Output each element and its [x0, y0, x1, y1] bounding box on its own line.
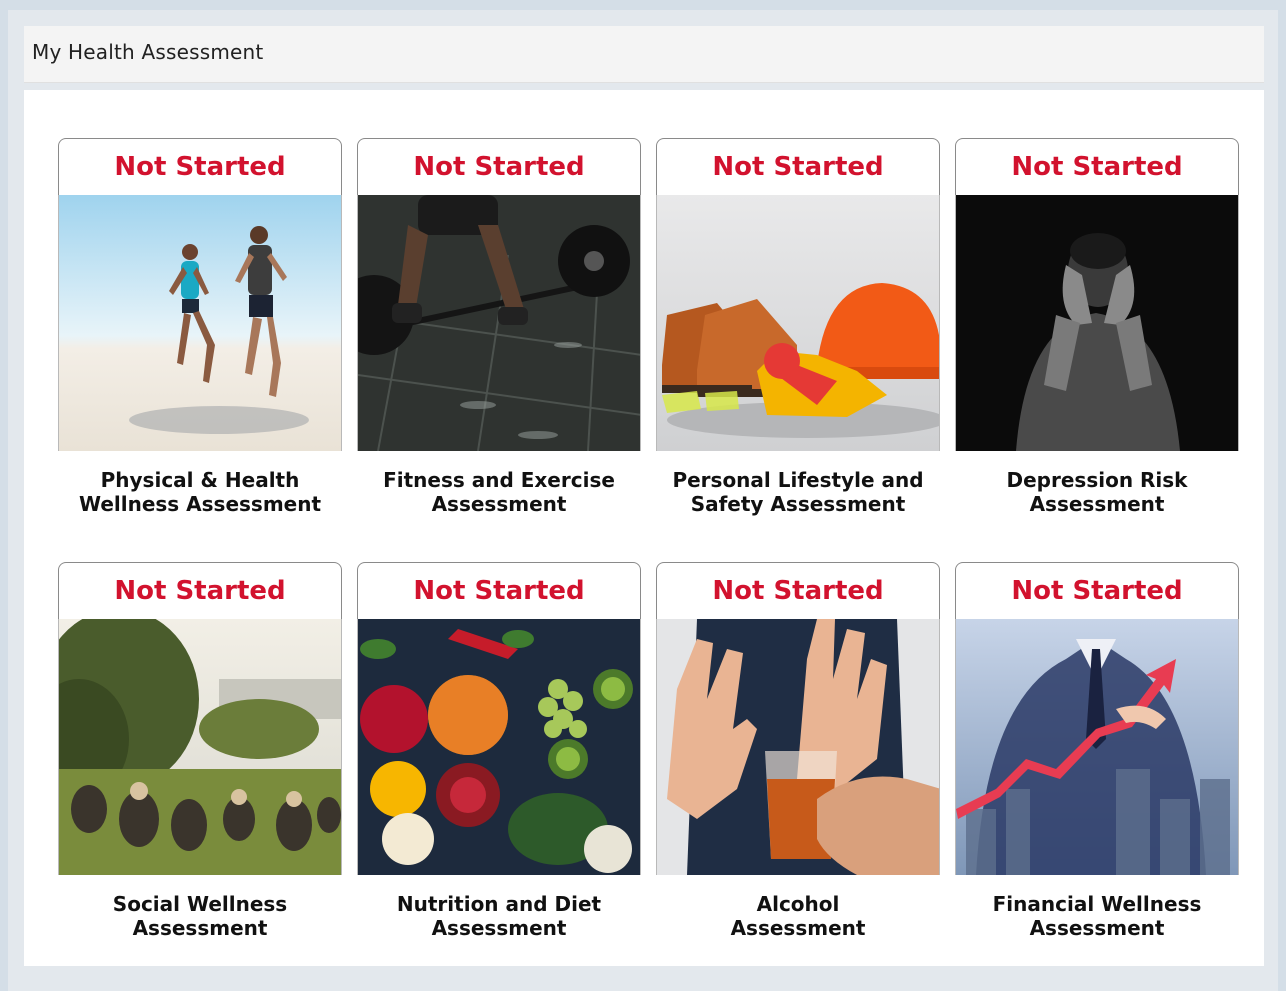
page-header: My Health Assessment — [24, 26, 1264, 83]
people-in-park-image[interactable] — [58, 619, 342, 875]
assessment-title-line2: Assessment — [132, 916, 268, 940]
status-badge: Not Started — [58, 138, 342, 195]
status-badge: Not Started — [656, 138, 940, 195]
assessment-title-line1: Depression Risk — [1006, 468, 1188, 492]
assessment-title-line2: Assessment — [431, 492, 567, 516]
assessment-title-line1: Alcohol — [756, 892, 840, 916]
assessment-title-line2: Assessment — [1029, 492, 1165, 516]
assessment-title-line2: Assessment — [1029, 916, 1165, 940]
assessment-title-line1: Fitness and Exercise — [383, 468, 615, 492]
assessment-title: Personal Lifestyle and Safety Assessment — [636, 468, 960, 516]
assessment-title-line1: Financial Wellness — [992, 892, 1202, 916]
status-badge: Not Started — [58, 562, 342, 619]
status-badge: Not Started — [357, 138, 641, 195]
assessment-title-line1: Nutrition and Diet — [396, 892, 602, 916]
assessment-title-line1: Personal Lifestyle and — [672, 468, 924, 492]
assessment-title-line2: Assessment — [730, 916, 866, 940]
assessment-title-line1: Social Wellness — [112, 892, 288, 916]
assessment-title: Alcohol Assessment — [636, 892, 960, 940]
status-badge: Not Started — [955, 138, 1239, 195]
assessment-title: Depression Risk Assessment — [935, 468, 1259, 516]
refusing-alcohol-image[interactable] — [656, 619, 940, 875]
assessment-grid: Not Started Physical & Health Wellness A… — [24, 90, 1264, 966]
page-title: My Health Assessment — [32, 40, 264, 64]
fruits-and-vegetables-image[interactable] — [357, 619, 641, 875]
barbell-deadlift-image[interactable] — [357, 195, 641, 451]
businessman-growth-chart-image[interactable] — [955, 619, 1239, 875]
man-covering-face-image[interactable] — [955, 195, 1239, 451]
status-badge: Not Started — [357, 562, 641, 619]
runners-on-beach-image[interactable] — [58, 195, 342, 451]
assessment-title-line2: Assessment — [431, 916, 567, 940]
assessment-title: Financial Wellness Assessment — [935, 892, 1259, 940]
assessment-title-line1: Physical & Health — [100, 468, 300, 492]
assessment-title: Physical & Health Wellness Assessment — [38, 468, 362, 516]
assessment-title: Social Wellness Assessment — [38, 892, 362, 940]
assessment-title-line2: Wellness Assessment — [78, 492, 322, 516]
assessment-title: Nutrition and Diet Assessment — [337, 892, 661, 940]
assessment-title-line2: Safety Assessment — [690, 492, 906, 516]
status-badge: Not Started — [656, 562, 940, 619]
safety-gear-image[interactable] — [656, 195, 940, 451]
assessment-title: Fitness and Exercise Assessment — [337, 468, 661, 516]
status-badge: Not Started — [955, 562, 1239, 619]
